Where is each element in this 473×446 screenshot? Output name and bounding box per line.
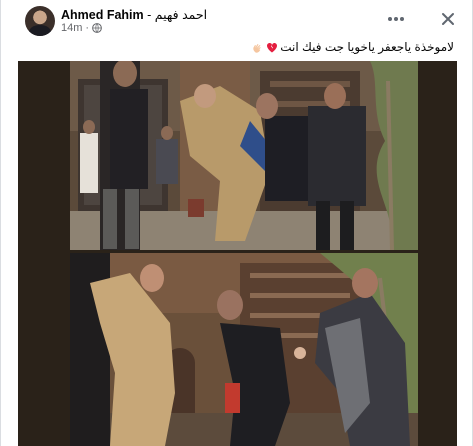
post-time[interactable]: 14m (61, 22, 82, 34)
more-horizontal-icon (388, 17, 404, 21)
waving-hand-icon (253, 43, 261, 53)
photo-frame-bottom (70, 253, 418, 446)
scene-bottom (70, 253, 418, 446)
scene-top (70, 61, 418, 250)
author-avatar[interactable] (25, 6, 55, 36)
broken-heart-icon (267, 42, 278, 52)
post-meta: 14m · (61, 22, 102, 34)
more-options-button[interactable] (385, 8, 407, 30)
close-button[interactable] (437, 8, 459, 30)
post-header: Ahmed Fahim - احمد فهيم 14m · (1, 0, 473, 40)
post-card: Ahmed Fahim - احمد فهيم 14m · لاموخذة يا… (0, 0, 473, 446)
globe-icon (92, 23, 102, 33)
close-icon (442, 13, 454, 25)
photo-frame-top (70, 61, 418, 250)
meta-dot: · (85, 22, 90, 34)
post-photo[interactable] (18, 61, 457, 446)
caption-text: لاموخذة ياجعفر ياخويا جت فيك انت (280, 40, 454, 54)
author-separator: - (147, 8, 152, 22)
author-name-arabic[interactable]: احمد فهيم (155, 8, 207, 22)
author-line: Ahmed Fahim - احمد فهيم (61, 7, 207, 22)
author-name[interactable]: Ahmed Fahim (61, 8, 144, 22)
post-caption: لاموخذة ياجعفر ياخويا جت فيك انت (252, 40, 454, 54)
